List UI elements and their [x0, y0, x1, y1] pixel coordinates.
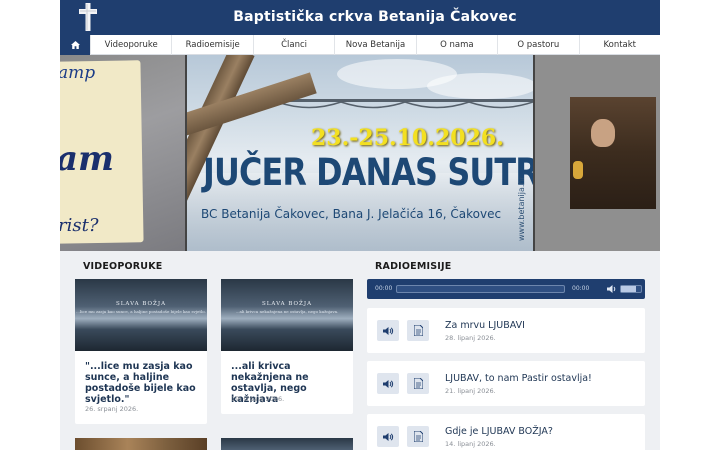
event-website: www.betanija.hr	[517, 176, 526, 241]
slide-previous[interactable]: amp am rist?	[60, 55, 185, 251]
speaker-icon	[382, 379, 393, 388]
speaker-icon	[382, 326, 393, 335]
video-card[interactable]	[221, 438, 353, 450]
event-title: JUČER DANAS SUTRA	[203, 151, 533, 194]
nav-item-o-pastoru[interactable]: O pastoru	[497, 35, 578, 55]
radio-title[interactable]: LJUBAV, to nam Pastir ostavlja!	[445, 373, 592, 384]
radio-item[interactable]: Za mrvu LJUBAVI 28. lipanj 2026.	[367, 308, 645, 353]
document-icon	[413, 378, 423, 389]
site-header: Baptistička crkva Betanija Čakovec	[60, 0, 660, 35]
document-button[interactable]	[407, 426, 429, 447]
radio-item[interactable]: LJUBAV, to nam Pastir ostavlja! 21. lipa…	[367, 361, 645, 406]
slide-next[interactable]	[535, 55, 660, 251]
play-audio-button[interactable]	[377, 320, 399, 341]
radio-item[interactable]: Gdje je LJUBAV BOŽJA? 14. lipanj 2026.	[367, 414, 645, 450]
thumbnail-caption: SLAVA BOŽJA	[261, 301, 313, 307]
speaker-figure	[591, 119, 615, 147]
video-date: 19. srpanj 2026.	[231, 395, 285, 403]
hero-slider[interactable]: amp am rist? 23.-25.10.2026. JUČER DANAS…	[60, 55, 660, 251]
site-title[interactable]: Baptistička crkva Betanija Čakovec	[60, 0, 660, 35]
nav-item-radioemisije[interactable]: Radioemisije	[171, 35, 252, 55]
thumbnail-text: ...lice mu zasja kao sunce, a haljine po…	[76, 309, 206, 314]
home-icon	[70, 41, 80, 49]
nav-item-videoporuke[interactable]: Videoporuke	[90, 35, 171, 55]
player-duration: 00:00	[572, 285, 590, 292]
nav-home-button[interactable]	[60, 35, 90, 55]
video-title[interactable]: "...lice mu zasja kao sunce, a haljine p…	[85, 361, 201, 405]
document-button[interactable]	[407, 320, 429, 341]
nav-item-kontakt[interactable]: Kontakt	[578, 35, 660, 55]
video-thumbnail[interactable]	[221, 438, 353, 450]
player-progress-bar[interactable]	[396, 285, 565, 293]
cloud-shape	[427, 73, 533, 99]
main-navigation: Videoporuke Radioemisije Članci Nova Bet…	[60, 35, 660, 55]
radio-heading: RADIOEMISIJE	[375, 261, 452, 272]
event-date: 23.-25.10.2026.	[311, 125, 504, 151]
event-address: BC Betanija Čakovec, Bana J. Jelačića 16…	[201, 207, 502, 221]
speaker-icon	[382, 432, 393, 441]
video-card[interactable]: SLAVA BOŽJA ...ali krivca nekažnjena ne …	[221, 279, 353, 414]
nav-item-nova-betanija[interactable]: Nova Betanija	[334, 35, 415, 55]
slide-current[interactable]: 23.-25.10.2026. JUČER DANAS SUTRA BC Bet…	[187, 55, 533, 251]
volume-icon[interactable]	[607, 284, 617, 294]
video-thumbnail[interactable]: SLAVA BOŽJA ...ali krivca nekažnjena ne …	[221, 279, 353, 351]
microphone-icon	[573, 161, 583, 179]
radio-title[interactable]: Gdje je LJUBAV BOŽJA?	[445, 426, 553, 437]
videos-heading: VIDEOPORUKE	[83, 261, 163, 272]
volume-level	[621, 286, 636, 292]
slide-text-line: am	[60, 139, 115, 179]
radio-date: 14. lipanj 2026.	[445, 440, 496, 448]
document-icon	[413, 325, 423, 336]
video-card[interactable]	[75, 438, 207, 450]
bridge-graphic	[277, 99, 533, 109]
document-icon	[413, 431, 423, 442]
video-card[interactable]: SLAVA BOŽJA ...lice mu zasja kao sunce, …	[75, 279, 207, 424]
nav-item-clanci[interactable]: Članci	[252, 35, 334, 55]
player-current-time: 00:00	[375, 285, 393, 292]
studio-photo	[570, 97, 656, 209]
video-thumbnail[interactable]	[75, 438, 207, 450]
radio-date: 21. lipanj 2026.	[445, 387, 496, 395]
video-thumbnail[interactable]: SLAVA BOŽJA ...lice mu zasja kao sunce, …	[75, 279, 207, 351]
nav-item-o-nama[interactable]: O nama	[415, 35, 497, 55]
audio-player[interactable]: 00:00 00:00	[367, 279, 645, 299]
video-date: 26. srpanj 2026.	[85, 405, 139, 413]
slide-text-line: rist?	[60, 215, 99, 236]
document-button[interactable]	[407, 373, 429, 394]
play-audio-button[interactable]	[377, 426, 399, 447]
play-audio-button[interactable]	[377, 373, 399, 394]
volume-slider[interactable]	[620, 285, 642, 293]
thumbnail-text: ...ali krivca nekažnjena ne ostavlja, ne…	[235, 309, 339, 314]
site-container: Baptistička crkva Betanija Čakovec Video…	[60, 0, 660, 450]
radio-title[interactable]: Za mrvu LJUBAVI	[445, 320, 525, 331]
thumbnail-caption: SLAVA BOŽJA	[115, 301, 167, 307]
slide-text-line: amp	[60, 63, 96, 83]
radio-date: 28. lipanj 2026.	[445, 334, 496, 342]
